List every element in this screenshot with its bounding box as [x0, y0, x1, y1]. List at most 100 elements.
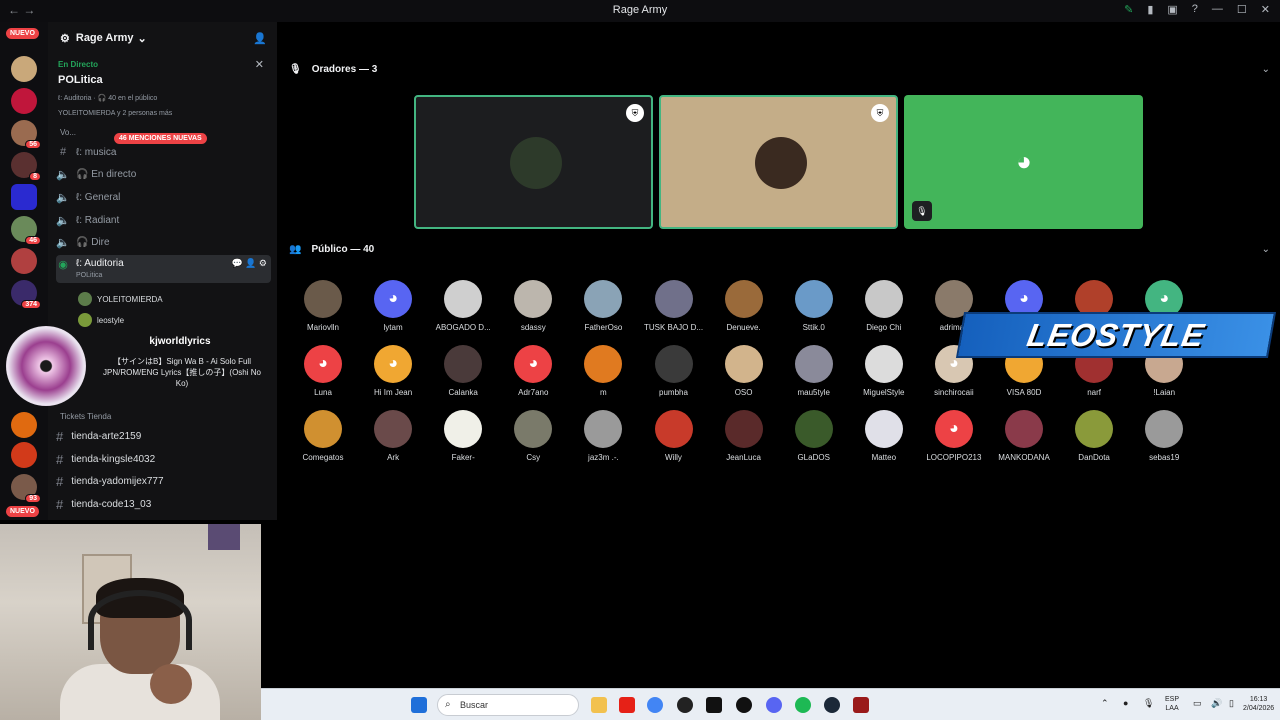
chevron-down-icon[interactable]: ⌄ [1262, 244, 1270, 255]
audience-member[interactable]: sebas19 [1129, 410, 1199, 462]
text-channel[interactable]: # tienda-yadomijex777 [56, 474, 164, 489]
audience-member[interactable]: ◕ LOCOPIPO213 [919, 410, 989, 462]
audience-member[interactable]: GLaDOS [779, 410, 849, 462]
voice-category[interactable]: Vo... [60, 128, 76, 137]
server-icon[interactable]: 8 [11, 152, 41, 181]
maximize-button[interactable]: ☐ [1237, 3, 1247, 16]
audience-member[interactable]: mau5tyle [779, 345, 849, 397]
channel-dire[interactable]: 🔈 🎧 Dire [56, 232, 271, 252]
speaker-icon: 🔈 [56, 168, 70, 181]
server-icon[interactable] [11, 412, 37, 438]
server-icon[interactable]: 374 [11, 280, 41, 309]
audience-header[interactable]: 👥 Público — 40 [289, 244, 374, 255]
channel-en-directo[interactable]: 🔈 🎧 En directo [56, 164, 271, 184]
audience-member[interactable]: Faker- [428, 410, 498, 462]
tickets-category[interactable]: Tickets Tienda [60, 412, 111, 421]
audience-member[interactable]: Ark [358, 410, 428, 462]
razer-icon[interactable] [706, 697, 722, 713]
server-icon[interactable] [11, 184, 37, 210]
text-channel[interactable]: # tienda-arte2159 [56, 429, 141, 444]
nitro-icon[interactable]: ✎ [1124, 3, 1133, 16]
text-channel[interactable]: # tienda-code13_03 [56, 497, 151, 512]
volume-icon[interactable]: 🔊 [1211, 699, 1222, 708]
audience-member[interactable]: JeanLuca [709, 410, 779, 462]
discord-icon: ◕ [1016, 146, 1032, 176]
speakers-header[interactable]: 🎙 Oradores — 3 [289, 64, 377, 75]
audience-member[interactable]: m [568, 345, 638, 397]
speaker-tile[interactable]: ◕ 🎙 [904, 95, 1143, 229]
audience-member[interactable]: FatherOso [568, 280, 638, 332]
audience-member[interactable]: Willy [639, 410, 709, 462]
steam-icon[interactable] [824, 697, 840, 713]
audience-member[interactable]: MANKODANA [989, 410, 1059, 462]
app-icon[interactable] [736, 697, 752, 713]
audience-member[interactable]: MiguelStyle [849, 345, 919, 397]
server-icon[interactable]: 46 [11, 216, 41, 245]
audience-member[interactable]: Diego Chi [849, 280, 919, 332]
channel-auditoria[interactable]: ◉ ℓ: Auditoria POLitica 💬 👤 ⚙ [56, 255, 271, 283]
language-indicator[interactable]: ESP LAA [1165, 695, 1179, 713]
guild-header[interactable]: ⚙ Rage Army ⌄ 👤 [48, 22, 277, 54]
tray-display-icon[interactable]: ▭ [1193, 699, 1202, 708]
windows-start-icon[interactable] [411, 697, 427, 713]
server-icon[interactable] [11, 88, 37, 114]
speaker-tile[interactable]: ⛨ [659, 95, 898, 229]
audience-member[interactable]: ◕ lytam [358, 280, 428, 332]
avatar [514, 280, 553, 318]
invite-icon[interactable]: 👤 [253, 32, 267, 45]
close-window-button[interactable]: ✕ [1261, 3, 1270, 16]
audience-member[interactable]: ABOGADO D... [428, 280, 498, 332]
chevron-down-icon[interactable]: ⌄ [1262, 64, 1270, 75]
server-icon[interactable]: 93 [11, 474, 41, 503]
audience-member[interactable]: Matteo [849, 410, 919, 462]
text-channel[interactable]: # tienda-kingsle4032 [56, 452, 155, 467]
voice-member[interactable]: YOLEITOMIERDA [78, 292, 163, 306]
audience-member[interactable]: jaz3m .-. [568, 410, 638, 462]
audience-member[interactable]: ◕ Hi Im Jean [358, 345, 428, 397]
audience-member[interactable]: OSO [709, 345, 779, 397]
tray-chevron-icon[interactable]: ⌃ [1101, 699, 1109, 708]
audience-member[interactable]: Denueve. [709, 280, 779, 332]
audience-member[interactable]: ◕ Adr7ano [498, 345, 568, 397]
taskbar-search[interactable]: ⌕ Buscar [437, 694, 579, 716]
channel-radiant[interactable]: 🔈 ℓ: Radiant [56, 210, 271, 230]
audience-member[interactable]: Sttik.0 [779, 280, 849, 332]
lang-top: ESP [1165, 696, 1180, 703]
channel-name: ℓ: Auditoria [76, 258, 124, 269]
channel-musica[interactable]: # ℓ: musica [56, 142, 271, 162]
audience-member[interactable]: Comegatos [288, 410, 358, 462]
audience-member[interactable]: ◕ Luna [288, 345, 358, 397]
live-stage-card[interactable]: En Directo ✕ POLitica ℓ: Auditoria · 🎧 4… [52, 56, 272, 144]
channel-actions[interactable]: 💬 👤 ⚙ [232, 258, 267, 269]
battery-icon[interactable]: ▯ [1229, 699, 1234, 708]
audience-member[interactable]: DanDota [1059, 410, 1129, 462]
chrome-icon[interactable] [647, 697, 663, 713]
server-icon[interactable] [11, 56, 37, 82]
close-icon[interactable]: ✕ [255, 58, 264, 71]
minimize-button[interactable]: — [1212, 3, 1223, 16]
file-explorer-icon[interactable] [591, 697, 607, 713]
audience-member[interactable]: Mariovlln [288, 280, 358, 332]
audience-member[interactable]: TUSK BAJO D... [639, 280, 709, 332]
inbox-icon[interactable]: ▣ [1167, 3, 1177, 16]
audience-member[interactable]: pumbha [639, 345, 709, 397]
discord-taskbar-icon[interactable] [766, 697, 782, 713]
audience-member[interactable]: Csy [498, 410, 568, 462]
pin-icon[interactable]: ▮ [1147, 3, 1153, 16]
audience-member[interactable]: Calanka [428, 345, 498, 397]
server-icon[interactable] [11, 442, 37, 468]
tray-network-icon[interactable]: ● [1123, 699, 1128, 708]
channel-general[interactable]: 🔈 ℓ: General [56, 187, 271, 207]
obs-icon[interactable] [677, 697, 693, 713]
audience-member[interactable]: sdassy [498, 280, 568, 332]
server-icon[interactable]: 56 [11, 120, 41, 149]
youtube-icon[interactable] [619, 697, 635, 713]
clock[interactable]: 16:13 2/04/2026 [1243, 695, 1274, 713]
speaker-tile[interactable]: ⛨ [414, 95, 653, 229]
audience-name: Willy [665, 453, 682, 462]
tray-mic-icon[interactable]: 🎙 [1143, 699, 1154, 708]
server-icon[interactable] [11, 248, 37, 274]
spotify-icon[interactable] [795, 697, 811, 713]
dota-icon[interactable] [853, 697, 869, 713]
help-icon[interactable]: ? [1192, 3, 1198, 16]
